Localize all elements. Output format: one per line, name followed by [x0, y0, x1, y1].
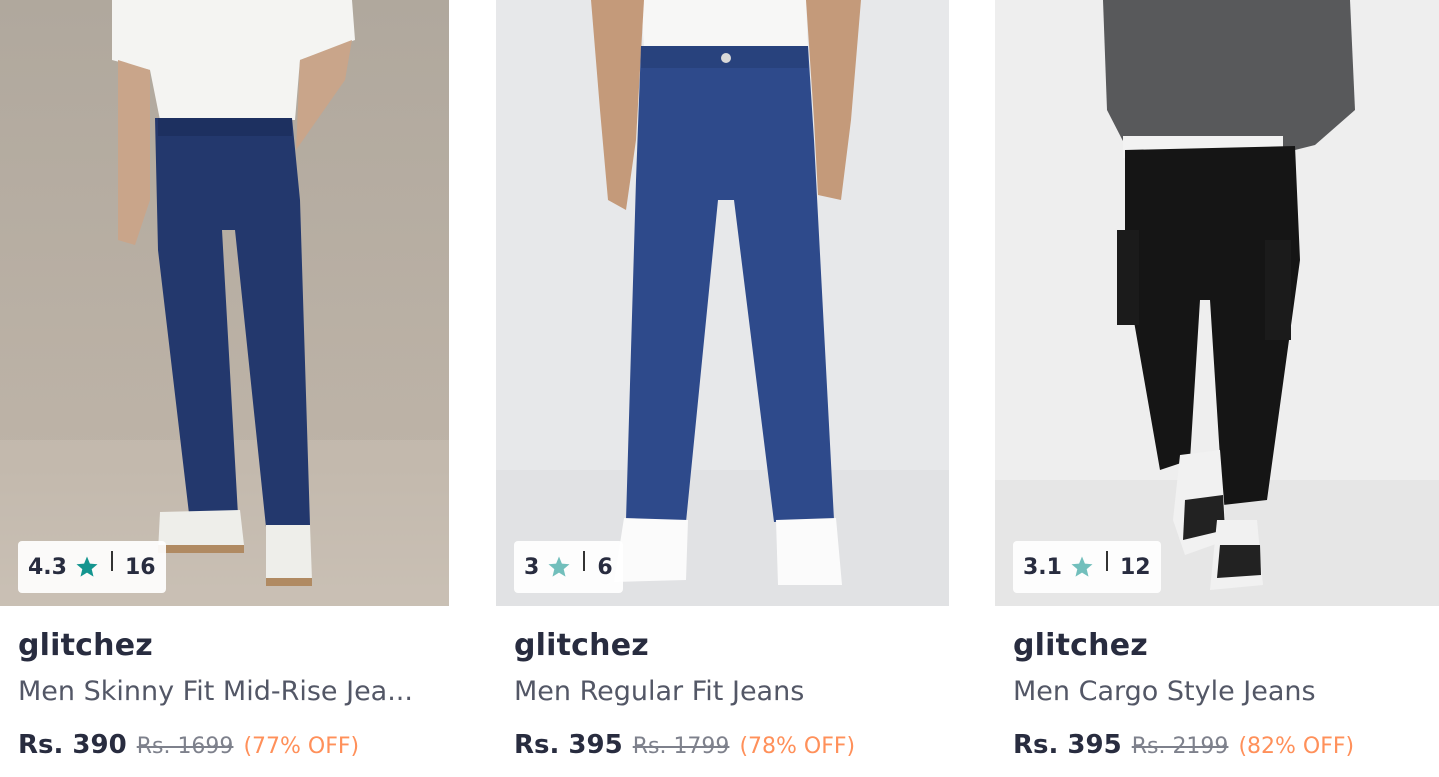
- rating-divider: [1105, 551, 1108, 571]
- rating-count: 12: [1119, 554, 1151, 580]
- product-image[interactable]: [496, 0, 949, 606]
- product-brand[interactable]: glitchez: [1013, 628, 1148, 663]
- product-grid: 4.3 16 glitchez Men Skinny Fit Mid-Rise …: [0, 0, 1439, 777]
- product-photo-cargo-jeans: [995, 0, 1439, 606]
- product-card[interactable]: 3.1 12 glitchez Men Cargo Style Jeans Rs…: [995, 0, 1439, 777]
- product-image[interactable]: [0, 0, 449, 606]
- product-brand[interactable]: glitchez: [514, 628, 649, 663]
- product-photo-regular-jeans: [496, 0, 949, 606]
- rating-badge: 4.3 16: [18, 541, 166, 593]
- product-card[interactable]: 3 6 glitchez Men Regular Fit Jeans Rs. 3…: [496, 0, 949, 777]
- product-mrp: Rs. 2199: [1131, 734, 1229, 759]
- product-card[interactable]: 4.3 16 glitchez Men Skinny Fit Mid-Rise …: [0, 0, 449, 777]
- product-mrp: Rs. 1699: [136, 734, 234, 759]
- product-price: Rs. 395: [1013, 730, 1122, 760]
- price-row: Rs. 395 Rs. 2199 (82% OFF): [1013, 730, 1354, 760]
- product-title[interactable]: Men Skinny Fit Mid-Rise Jea...: [18, 676, 413, 707]
- star-icon: [1070, 555, 1094, 579]
- rating-divider: [110, 551, 113, 571]
- product-discount: (78% OFF): [739, 734, 856, 759]
- rating-count: 6: [597, 554, 613, 580]
- product-discount: (82% OFF): [1238, 734, 1355, 759]
- rating-divider: [583, 551, 586, 571]
- product-image[interactable]: [995, 0, 1439, 606]
- product-price: Rs. 395: [514, 730, 623, 760]
- star-icon: [547, 555, 571, 579]
- product-title[interactable]: Men Cargo Style Jeans: [1013, 676, 1316, 707]
- price-row: Rs. 395 Rs. 1799 (78% OFF): [514, 730, 855, 760]
- product-discount: (77% OFF): [243, 734, 360, 759]
- rating-badge: 3.1 12: [1013, 541, 1161, 593]
- rating-score: 4.3: [28, 554, 67, 580]
- product-price: Rs. 390: [18, 730, 127, 760]
- star-icon: [75, 555, 99, 579]
- rating-score: 3.1: [1023, 554, 1062, 580]
- rating-count: 16: [124, 554, 156, 580]
- product-mrp: Rs. 1799: [632, 734, 730, 759]
- product-brand[interactable]: glitchez: [18, 628, 153, 663]
- product-title[interactable]: Men Regular Fit Jeans: [514, 676, 804, 707]
- price-row: Rs. 390 Rs. 1699 (77% OFF): [18, 730, 359, 760]
- rating-badge: 3 6: [514, 541, 623, 593]
- product-photo-skinny-jeans: [0, 0, 449, 606]
- rating-score: 3: [524, 554, 540, 580]
